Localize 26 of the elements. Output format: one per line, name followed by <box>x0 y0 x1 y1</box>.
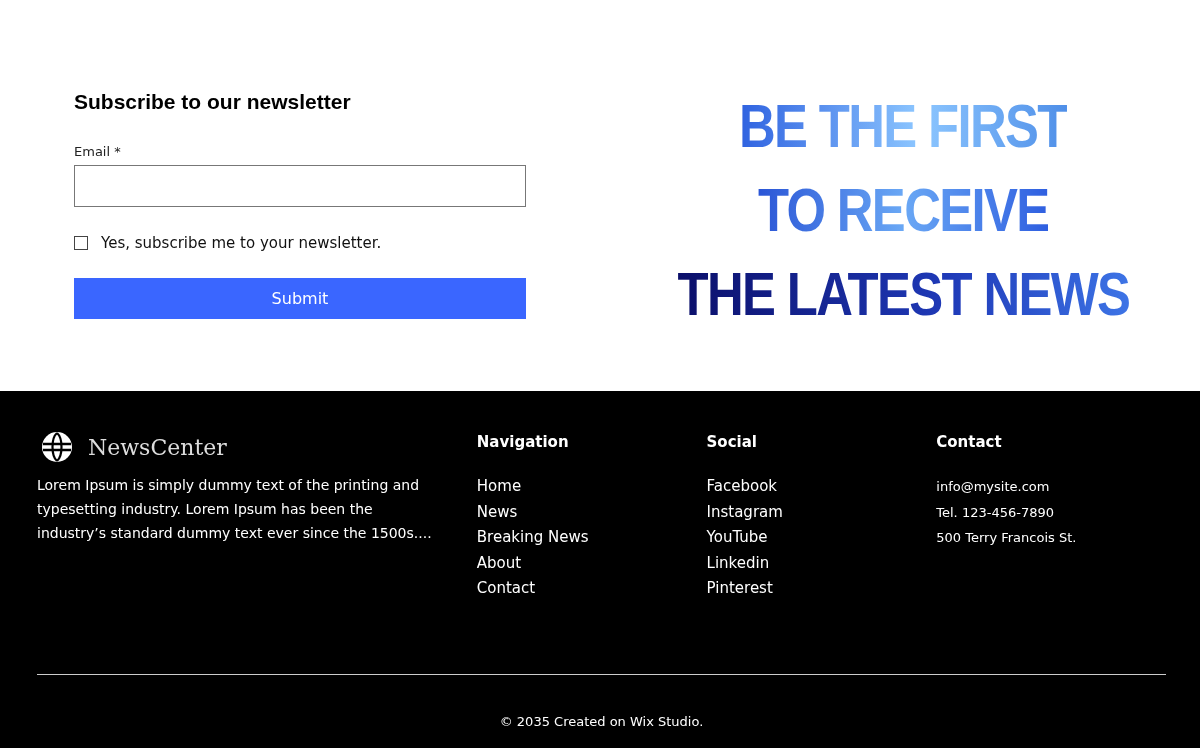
checkbox-label: Yes, subscribe me to your newsletter. <box>101 234 382 252</box>
footer-link[interactable]: Instagram <box>706 499 783 525</box>
footer-link[interactable]: News <box>476 499 518 525</box>
footer-link[interactable]: Facebook <box>706 474 778 500</box>
email-label: Email * <box>74 144 121 159</box>
about-text: Lorem Ipsum is simply dummy text of the printing and typesetting industry. Lorem Ipsum has been the industry’s standard dummy text ever since the 1500s.... <box>37 476 433 543</box>
column-heading: Social <box>706 433 758 451</box>
footer-link[interactable]: Home <box>476 474 522 500</box>
checkbox[interactable] <box>74 236 88 250</box>
footer-link[interactable]: Breaking News <box>476 525 589 551</box>
footer-link[interactable]: Pinterest <box>706 576 773 602</box>
contact-info: Tel. 123-456-7890 <box>936 503 1054 522</box>
globe-logo-icon <box>41 431 73 463</box>
footer-link[interactable]: YouTube <box>706 525 768 551</box>
contact-info: info@mysite.com <box>936 478 1050 496</box>
copyright-text: © 2035 Created on Wix Studio. <box>498 714 705 729</box>
footer-link[interactable]: Contact <box>476 576 536 602</box>
form-title: Subscribe to our newsletter <box>74 90 352 114</box>
column-heading: Contact <box>936 433 1003 451</box>
submit-button[interactable]: Submit <box>74 278 526 319</box>
brand-name: NewsCenter <box>88 434 227 460</box>
column-heading: Navigation <box>476 433 570 451</box>
email-field[interactable] <box>74 165 526 207</box>
contact-info: 500 Terry Francois St. <box>936 529 1077 547</box>
footer-link[interactable]: Linkedin <box>706 550 770 576</box>
footer-link[interactable]: About <box>476 550 522 576</box>
